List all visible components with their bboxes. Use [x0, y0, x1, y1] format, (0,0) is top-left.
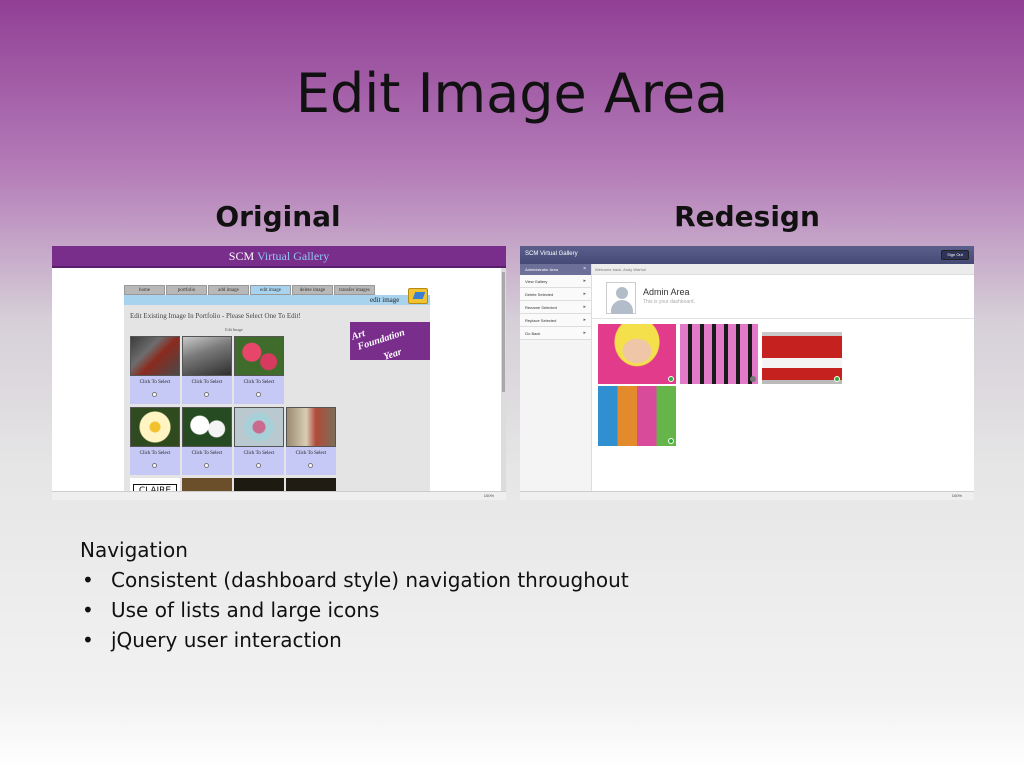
select-radio[interactable] [152, 392, 157, 397]
tab-portfolio[interactable]: portfolio [166, 285, 207, 295]
original-heading: Original [215, 200, 341, 233]
redesign-screenshot: SCM Virtual Gallery Sign Out Administrat… [520, 246, 974, 500]
sidebar-header: Administrator Area × [520, 264, 591, 275]
zoom-status: 100% [52, 491, 506, 500]
thumbnail-train[interactable] [130, 336, 180, 376]
welcome-message: Welcome back, Andy Warhol [592, 264, 974, 275]
image-tile[interactable]: Click To Select [234, 336, 284, 404]
thumbnail-pink-flowers[interactable] [234, 336, 284, 376]
edit-panel: Edit Existing Image In Portfolio - Pleas… [124, 305, 430, 500]
site-title-accent: Virtual Gallery [256, 249, 330, 263]
divider [592, 318, 974, 319]
area-subtitle: This is your dashboard. [643, 299, 695, 305]
select-radio[interactable] [204, 392, 209, 397]
sidebar-item-delete-selected[interactable]: Delete Selected [520, 288, 591, 301]
selected-check-icon [668, 376, 674, 382]
select-caption[interactable]: Click To Select [130, 380, 180, 385]
folder-icon [408, 288, 428, 304]
select-radio[interactable] [308, 463, 313, 468]
close-icon[interactable]: × [583, 266, 586, 272]
admin-avatar [606, 282, 636, 314]
site-title-bar: SCM Virtual Gallery [52, 246, 506, 268]
select-radio[interactable] [204, 463, 209, 468]
notes-lead: Navigation [80, 538, 188, 562]
section-banner-label: edit image [370, 296, 400, 304]
avatar-body [611, 300, 633, 314]
area-title: Admin Area [643, 287, 690, 297]
select-radio[interactable] [256, 392, 261, 397]
thumbnail-daisy[interactable] [130, 407, 180, 447]
sidebar-header-label: Administrator Area [525, 267, 558, 272]
panel-heading: Edit Existing Image In Portfolio - Pleas… [130, 312, 301, 320]
bullet-item: jQuery user interaction [80, 628, 629, 652]
thumbnail-white-flowers[interactable] [182, 407, 232, 447]
redesign-heading: Redesign [674, 200, 820, 233]
image-tile[interactable]: Click To Select [182, 336, 232, 404]
gallery-thumbnail-hands[interactable] [598, 386, 676, 446]
original-screenshot: SCM Virtual Gallery home portfolio add i… [52, 246, 506, 500]
gallery-thumbnail-marilyn[interactable] [598, 324, 676, 384]
slide-title: Edit Image Area [295, 62, 729, 125]
zoom-status: 100% [520, 491, 974, 500]
select-caption[interactable]: Click To Select [234, 451, 284, 456]
select-caption[interactable]: Click To Select [286, 451, 336, 456]
select-caption[interactable]: Click To Select [182, 451, 232, 456]
image-tile[interactable]: Click To Select [182, 407, 232, 475]
thumbnail-sketch[interactable] [234, 407, 284, 447]
app-title: SCM Virtual Gallery [525, 251, 578, 257]
tab-edit-image[interactable]: edit image [250, 285, 291, 295]
art-foundation-logo: Art Foundation Year [350, 322, 430, 360]
tab-home[interactable]: home [124, 285, 165, 295]
panel-subheading: Edit Image [225, 327, 243, 332]
tab-delete-image[interactable]: delete image [292, 285, 333, 295]
thumbnail-street[interactable] [182, 336, 232, 376]
thumbnail-figures[interactable] [286, 407, 336, 447]
scrollbar[interactable] [501, 268, 506, 491]
tab-bar: home portfolio add image edit image dele… [124, 285, 375, 295]
app-header: SCM Virtual Gallery Sign Out [520, 246, 974, 264]
bullet-item: Use of lists and large icons [80, 598, 629, 622]
image-tile[interactable]: Click To Select [130, 407, 180, 475]
sign-out-button[interactable]: Sign Out [941, 250, 969, 260]
gallery-thumbnail-knives[interactable] [680, 324, 758, 384]
sidebar-item-view-gallery[interactable]: View Gallery [520, 275, 591, 288]
select-caption[interactable]: Click To Select [130, 451, 180, 456]
avatar-head [616, 287, 628, 299]
image-tile[interactable]: Click To Select [234, 407, 284, 475]
selected-check-icon [834, 376, 840, 382]
sidebar-item-go-back[interactable]: Go Back [520, 327, 591, 340]
bullet-item: Consistent (dashboard style) navigation … [80, 568, 629, 592]
select-caption[interactable]: Click To Select [234, 380, 284, 385]
page-body: home portfolio add image edit image dele… [52, 268, 501, 500]
select-radio[interactable] [256, 463, 261, 468]
bullet-list: Consistent (dashboard style) navigation … [80, 568, 629, 652]
tab-transfer-images[interactable]: transfer images [334, 285, 375, 295]
selected-check-icon [668, 438, 674, 444]
image-tile[interactable]: Click To Select [286, 407, 336, 475]
sidebar-item-replace-selected[interactable]: Replace Selected [520, 314, 591, 327]
sidebar-item-rename-selected[interactable]: Rename Selected [520, 301, 591, 314]
gallery-thumbnail-soup-can[interactable] [762, 324, 842, 384]
site-title: SCM [228, 249, 255, 263]
sidebar: Administrator Area × View Gallery Delete… [520, 264, 592, 500]
notes: Navigation Consistent (dashboard style) … [80, 538, 629, 658]
image-tile[interactable]: Click To Select [130, 336, 180, 404]
tab-add-image[interactable]: add image [208, 285, 249, 295]
select-radio[interactable] [152, 463, 157, 468]
select-caption[interactable]: Click To Select [182, 380, 232, 385]
unselected-dot-icon [750, 376, 756, 382]
